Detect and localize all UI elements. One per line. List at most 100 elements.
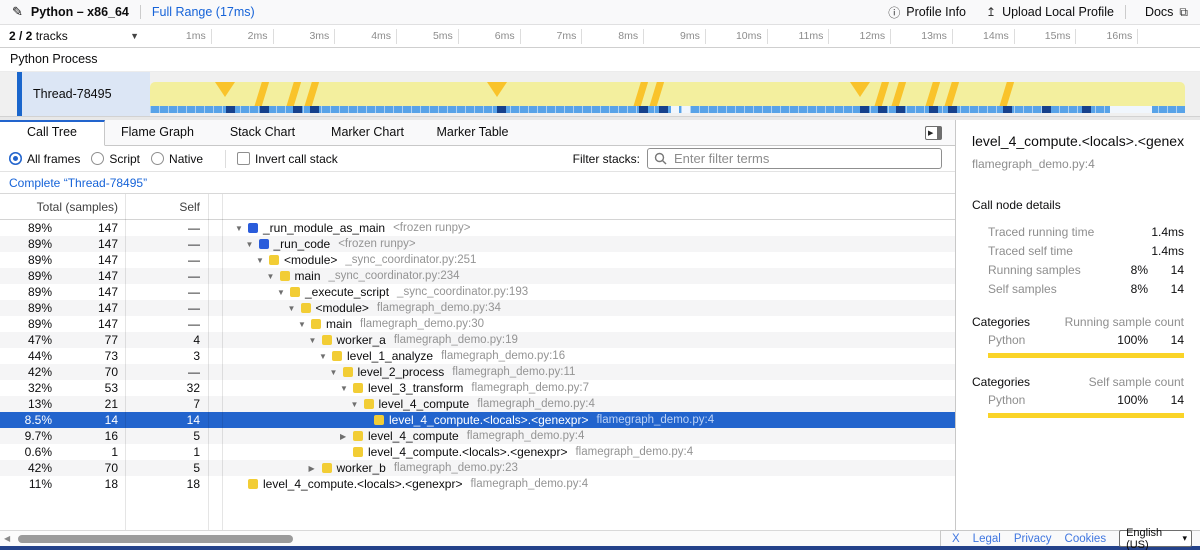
category-square-icon [248,223,258,233]
thread-track-label[interactable]: Thread-78495 [22,72,150,116]
marker-slash-icon[interactable] [633,82,650,106]
call-tree-row[interactable]: 8.5%1414level_4_compute.<locals>.<genexp… [0,412,955,428]
frame-cell: level_4_compute.<locals>.<genexpr>flameg… [222,445,955,459]
expand-arrow[interactable]: ▼ [235,224,248,233]
selected-node-location: flamegraph_demo.py:4 [972,157,1184,171]
footer-link-x[interactable]: X [952,533,960,545]
expand-arrow[interactable]: ▼ [340,384,353,393]
expand-arrow[interactable]: ▼ [256,256,269,265]
marker-band[interactable] [150,82,1185,106]
column-self[interactable]: Self [125,200,208,214]
column-total[interactable]: Total (samples) [0,200,125,214]
marker-slash-icon[interactable] [253,82,270,106]
self-samples: — [125,317,208,331]
footer-link-cookies[interactable]: Cookies [1065,533,1107,545]
committed-range-link[interactable]: Complete “Thread-78495” [9,176,147,190]
expand-arrow[interactable]: ▼ [309,336,322,345]
marker-slash-icon[interactable] [943,82,960,106]
call-tree-row[interactable]: 9.7%165▶level_4_computeflamegraph_demo.p… [0,428,955,444]
call-tree-row[interactable]: 42%705▶worker_bflamegraph_demo.py:23 [0,460,955,476]
call-tree-header: Total (samples) Self [0,194,955,220]
scrollbar-thumb[interactable] [18,535,293,543]
self-samples: 4 [125,333,208,347]
marker-slash-icon[interactable] [304,82,321,106]
radio-script[interactable]: Script [91,152,140,166]
tab-marker-table[interactable]: Marker Table [420,120,525,145]
invert-call-stack-checkbox[interactable]: Invert call stack [237,152,338,166]
category-square-icon [374,415,384,425]
scroll-left-icon[interactable]: ◀ [4,534,10,543]
window-bottom-edge [0,546,1200,550]
detail-percent: 8% [1106,282,1148,296]
gc-marker-icon[interactable] [487,82,507,97]
expand-arrow[interactable]: ▼ [246,240,259,249]
category-square-icon [343,367,353,377]
call-tree-row[interactable]: 89%147—▼_run_code<frozen runpy> [0,236,955,252]
search-input[interactable] [672,150,935,167]
expand-arrow[interactable]: ▼ [288,304,301,313]
marker-slash-icon[interactable] [890,82,907,106]
full-range-breadcrumb[interactable]: Full Range (17ms) [152,5,255,19]
footer-link-privacy[interactable]: Privacy [1014,533,1052,545]
tab-flame-graph[interactable]: Flame Graph [105,120,210,145]
marker-slash-icon[interactable] [998,82,1015,106]
call-tree-row[interactable]: 44%733▼level_1_analyzeflamegraph_demo.py… [0,348,955,364]
expand-arrow[interactable]: ▼ [330,368,343,377]
sample-segment [659,106,668,113]
call-tree-row[interactable]: 13%217▼level_4_computeflamegraph_demo.py… [0,396,955,412]
marker-slash-icon[interactable] [648,82,665,106]
radio-all-frames[interactable]: All frames [9,152,80,166]
expand-arrow[interactable]: ▼ [351,400,364,409]
call-tree-row[interactable]: 32%5332▼level_3_transformflamegraph_demo… [0,380,955,396]
call-tree-row[interactable]: 89%147—▼<module>flamegraph_demo.py:34 [0,300,955,316]
expand-arrow[interactable]: ▶ [309,464,322,473]
horizontal-scrollbar[interactable]: ◀ [0,530,940,546]
sidebar-toggle-button[interactable]: ▶ [925,126,942,140]
category-square-icon [248,479,258,489]
thread-track-visualization[interactable] [150,72,1185,116]
call-tree-row[interactable]: 89%147—▼mainflamegraph_demo.py:30 [0,316,955,332]
call-tree-row[interactable]: 89%147—▼main_sync_coordinator.py:234 [0,268,955,284]
footer-link-legal[interactable]: Legal [973,533,1001,545]
radio-native[interactable]: Native [151,152,203,166]
frame-cell: ▼_execute_script_sync_coordinator.py:193 [222,285,955,299]
tab-call-tree[interactable]: Call Tree [0,120,105,146]
tab-stack-chart[interactable]: Stack Chart [210,120,315,145]
call-tree-row[interactable]: 89%147—▼_run_module_as_main<frozen runpy… [0,220,955,236]
expand-arrow[interactable]: ▼ [298,320,311,329]
ruler-tick: 6ms [459,29,521,44]
frame-cell: ▼worker_aflamegraph_demo.py:19 [222,333,955,347]
language-select[interactable]: English (US)▾ [1119,530,1192,547]
call-tree-row[interactable]: 47%774▼worker_aflamegraph_demo.py:19 [0,332,955,348]
process-track-header[interactable]: Python Process [0,48,1200,72]
sample-segment [497,106,506,113]
call-tree-row[interactable]: 11%1818level_4_compute.<locals>.<genexpr… [0,476,955,492]
gc-marker-icon[interactable] [215,82,235,97]
call-tree-controls: All frames Script Native Invert call sta… [0,146,955,172]
edit-profile-name-icon[interactable]: ✎ [12,4,23,20]
sample-segment [1082,106,1091,113]
expand-arrow[interactable]: ▶ [340,432,353,441]
call-tree-row[interactable]: 42%70—▼level_2_processflamegraph_demo.py… [0,364,955,380]
detail-row: Self samples8%14 [972,279,1184,298]
marker-slash-icon[interactable] [925,82,942,106]
call-tree-panel: Total (samples) Self 89%147—▼_run_module… [0,194,955,530]
docs-link[interactable]: Docs ⧉ [1145,5,1188,20]
expand-arrow[interactable]: ▼ [319,352,332,361]
marker-slash-icon[interactable] [285,82,302,106]
call-tree-row[interactable]: 89%147—▼_execute_script_sync_coordinator… [0,284,955,300]
tab-marker-chart[interactable]: Marker Chart [315,120,420,145]
expand-arrow[interactable]: ▼ [267,272,280,281]
tracks-dropdown[interactable]: 2 / 2 tracks ▼ [0,25,150,47]
expand-arrow[interactable]: ▼ [277,288,290,297]
profile-info-button[interactable]: ⓘ Profile Info [888,4,966,21]
gc-marker-icon[interactable] [850,82,870,97]
upload-profile-button[interactable]: ↥ Upload Local Profile [986,5,1114,19]
category-bar [988,413,1184,418]
call-tree-row[interactable]: 0.6%11level_4_compute.<locals>.<genexpr>… [0,444,955,460]
call-tree-row[interactable]: 89%147—▼<module>_sync_coordinator.py:251 [0,252,955,268]
marker-slash-icon[interactable] [873,82,890,106]
sample-segment [639,106,648,113]
sample-strip[interactable] [150,106,1185,113]
ruler-tick: 12ms [829,29,891,44]
